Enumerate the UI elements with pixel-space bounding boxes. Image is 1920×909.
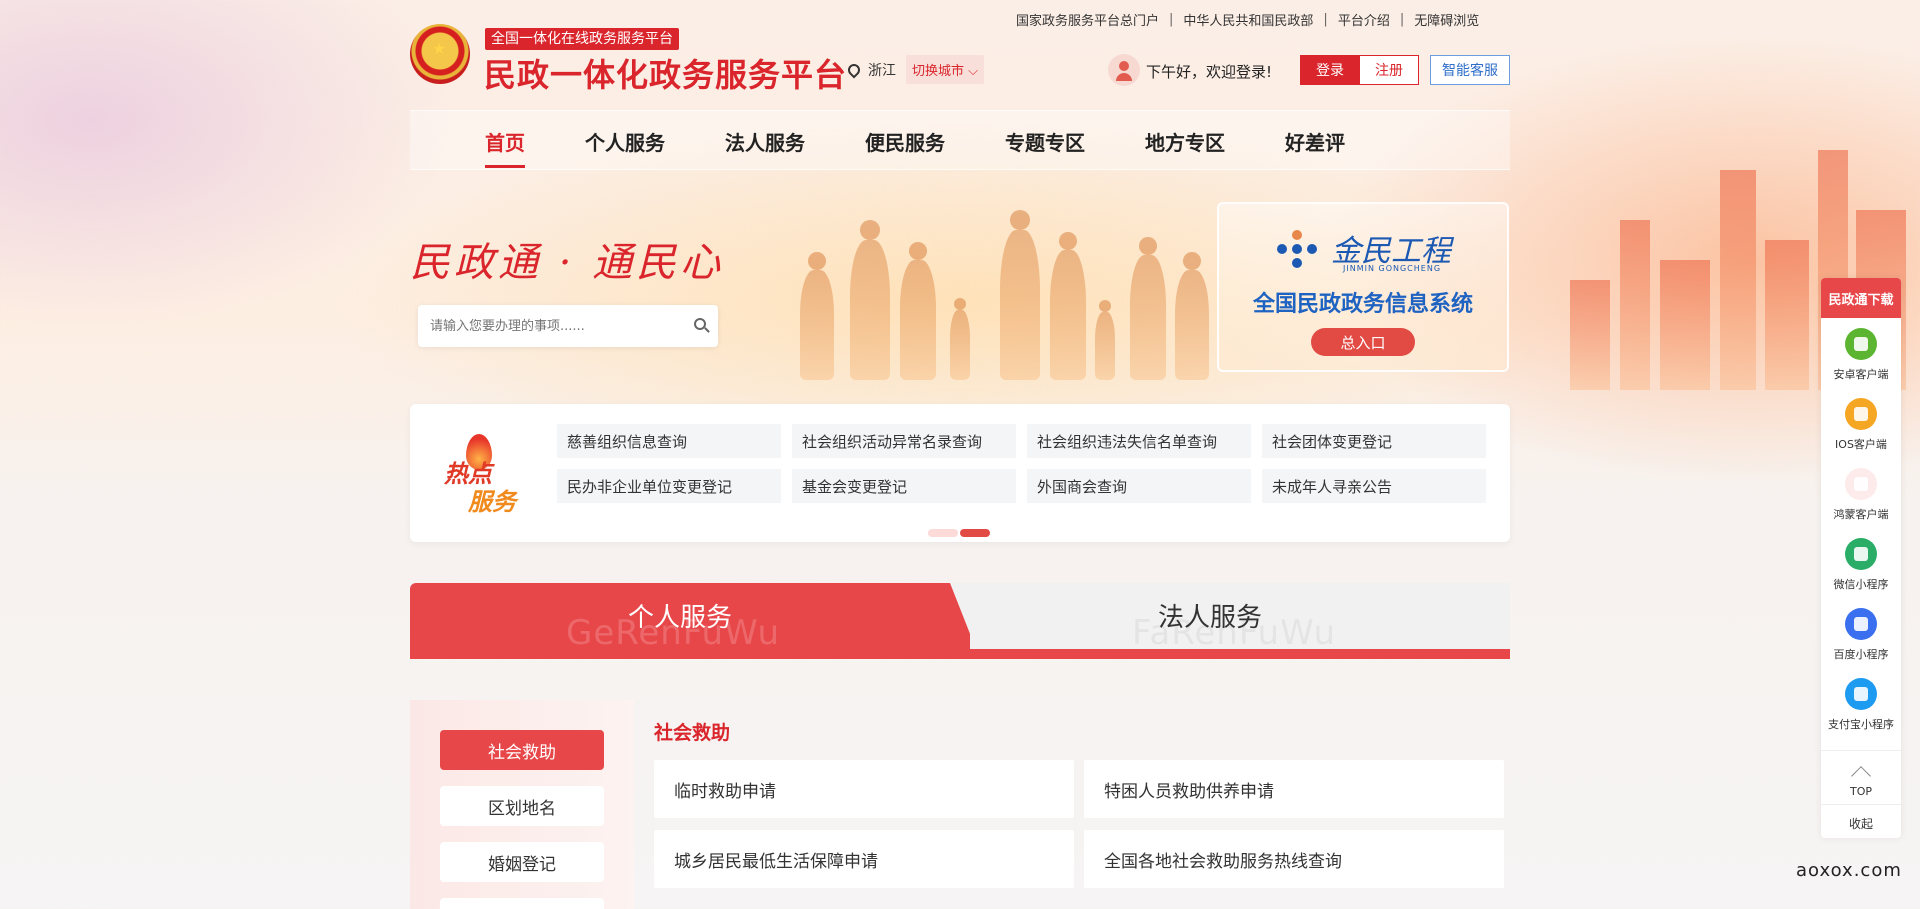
category-more[interactable]	[440, 898, 604, 909]
tab-legal-label: 法人服务	[1158, 603, 1263, 633]
smart-service-button[interactable]: 智能客服	[1430, 55, 1510, 85]
section-heading: 社会救助	[654, 722, 731, 744]
category-marriage-registration[interactable]: 婚姻登记	[440, 842, 604, 882]
current-location: 浙江	[868, 63, 896, 79]
hot-item[interactable]: 基金会变更登记	[792, 469, 1016, 503]
link-mca[interactable]: 中华人民共和国民政部	[1183, 10, 1313, 29]
chevron-up-icon	[1851, 766, 1871, 786]
tab-personal-label: 个人服务	[628, 603, 733, 633]
hot-item[interactable]: 民办非企业单位变更登记	[557, 469, 781, 503]
link-gov-portal[interactable]: 国家政务服务平台总门户	[1016, 10, 1159, 29]
login-button[interactable]: 登录	[1300, 55, 1360, 85]
main-nav: 首页 个人服务 法人服务 便民服务 专题专区 地方专区 好差评	[410, 110, 1510, 170]
hot-item[interactable]: 慈善组织信息查询	[557, 424, 781, 458]
divider: |	[1169, 12, 1174, 27]
hot-item[interactable]: 外国商会查询	[1027, 469, 1251, 503]
service-card[interactable]: 临时救助申请	[654, 760, 1074, 818]
back-to-top-label: TOP	[1849, 785, 1872, 798]
site-subtitle: 全国一体化在线政务服务平台	[485, 28, 679, 50]
link-accessibility[interactable]: 无障碍浏览	[1414, 10, 1479, 29]
chevron-down-icon: ⌵	[968, 64, 979, 79]
category-division-names[interactable]: 区划地名	[440, 786, 604, 826]
user-avatar[interactable]	[1108, 54, 1140, 86]
main-entry-button[interactable]: 总入口	[1311, 328, 1415, 356]
wechat-mini-label: 微信小程序	[1833, 578, 1889, 591]
national-emblem-icon[interactable]: ★	[410, 24, 470, 88]
system-title: 全国民政政务信息系统	[1252, 292, 1473, 317]
harmony-client-label: 鸿蒙客户端	[1833, 508, 1889, 521]
service-card[interactable]: 特困人员救助供养申请	[1084, 760, 1504, 818]
wechat-mini-icon	[1845, 538, 1877, 570]
tab-personal-services[interactable]: GeRenFuWu 个人服务	[410, 583, 970, 649]
service-tabs: GeRenFuWu 个人服务 FaRenFuWu 法人服务	[410, 583, 1510, 659]
family-silhouette-illustration	[770, 180, 1230, 380]
hot-item[interactable]: 社会团体变更登记	[1262, 424, 1486, 458]
hot-item[interactable]: 社会组织违法失信名单查询	[1027, 424, 1251, 458]
service-card[interactable]: 城乡居民最低生活保障申请	[654, 830, 1074, 888]
baidu-mini-link[interactable]: 百度小程序	[1821, 608, 1901, 662]
alipay-mini-link[interactable]: 支付宝小程序	[1821, 678, 1901, 732]
nav-convenience[interactable]: 便民服务	[865, 127, 945, 156]
search-box	[418, 305, 718, 347]
jinmin-system-card[interactable]: 金民工程 JINMIN GONGCHENG 全国民政政务信息系统 总入口	[1217, 202, 1509, 372]
divider: |	[1399, 12, 1405, 27]
nav-legal[interactable]: 法人服务	[725, 127, 805, 156]
site-title[interactable]: 民政一体化政务服务平台	[484, 50, 847, 96]
greeting-text: 下午好，欢迎登录!	[1146, 63, 1273, 81]
android-client-label: 安卓客户端	[1833, 368, 1889, 381]
ios-client-label: IOS客户端	[1835, 438, 1887, 451]
jinmin-logo-en: JINMIN GONGCHENG	[1343, 264, 1442, 273]
wechat-mini-link[interactable]: 微信小程序	[1821, 538, 1901, 592]
hot-item[interactable]: 未成年人寻亲公告	[1262, 469, 1486, 503]
search-icon[interactable]	[694, 318, 706, 330]
nav-rating[interactable]: 好差评	[1285, 127, 1345, 156]
top-links: 国家政务服务平台总门户 | 中华人民共和国民政部 | 平台介绍 | 无障碍浏览	[1016, 10, 1479, 29]
android-client-link[interactable]: 安卓客户端	[1821, 328, 1901, 382]
banner-slogan: 民政通 · 通民心	[410, 240, 725, 286]
category-sidebar: 社会救助 区划地名 婚姻登记	[410, 700, 634, 909]
android-icon	[1845, 328, 1877, 360]
location: 浙江	[845, 60, 896, 80]
nav-topics[interactable]: 专题专区	[1005, 127, 1085, 156]
nav-personal[interactable]: 个人服务	[585, 127, 665, 156]
hot-item[interactable]: 社会组织活动异常名录查询	[792, 424, 1016, 458]
switch-city-button[interactable]: 切换城市 ⌵	[906, 55, 985, 84]
nav-local[interactable]: 地方专区	[1145, 127, 1225, 156]
ios-client-link[interactable]: IOS客户端	[1821, 398, 1901, 452]
category-social-assistance[interactable]: 社会救助	[440, 730, 604, 770]
harmony-client-link[interactable]: 鸿蒙客户端	[1821, 468, 1901, 522]
hot-services-logo: 热点 服务	[438, 434, 528, 516]
alipay-mini-label: 支付宝小程序	[1828, 718, 1894, 731]
download-sidebar-title: 民政通下载	[1821, 278, 1901, 318]
divider: |	[1323, 12, 1328, 27]
apple-icon	[1845, 398, 1877, 430]
huawei-icon	[1845, 468, 1877, 500]
link-platform-intro[interactable]: 平台介绍	[1338, 10, 1390, 29]
service-card[interactable]: 全国各地社会救助服务热线查询	[1084, 830, 1504, 888]
jinmin-logo-icon	[1275, 230, 1319, 270]
nav-home[interactable]: 首页	[485, 127, 525, 168]
hot-services-panel: 热点 服务 慈善组织信息查询 社会组织活动异常名录查询 社会组织违法失信名单查询…	[410, 404, 1510, 542]
location-pin-icon	[845, 61, 863, 79]
baidu-mini-label: 百度小程序	[1833, 648, 1889, 661]
back-to-top-button[interactable]: TOP	[1821, 750, 1901, 798]
register-button[interactable]: 注册	[1359, 55, 1419, 85]
alipay-mini-icon	[1845, 678, 1877, 710]
tab-legal-services[interactable]: FaRenFuWu 法人服务	[980, 583, 1510, 653]
carousel-dot[interactable]	[928, 529, 958, 537]
download-sidebar: 民政通下载 安卓客户端 IOS客户端 鸿蒙客户端 微信小程序 百度小程序 支付宝…	[1821, 278, 1901, 838]
carousel-dot-active[interactable]	[960, 529, 990, 537]
search-input[interactable]	[418, 305, 668, 347]
watermark: aoxox.com	[1796, 860, 1902, 881]
services-label: 服务	[468, 488, 516, 516]
switch-city-label: 切换城市	[912, 64, 965, 79]
collapse-sidebar-button[interactable]: 收起	[1821, 804, 1901, 838]
baidu-mini-icon	[1845, 608, 1877, 640]
carousel-dots	[928, 522, 992, 541]
